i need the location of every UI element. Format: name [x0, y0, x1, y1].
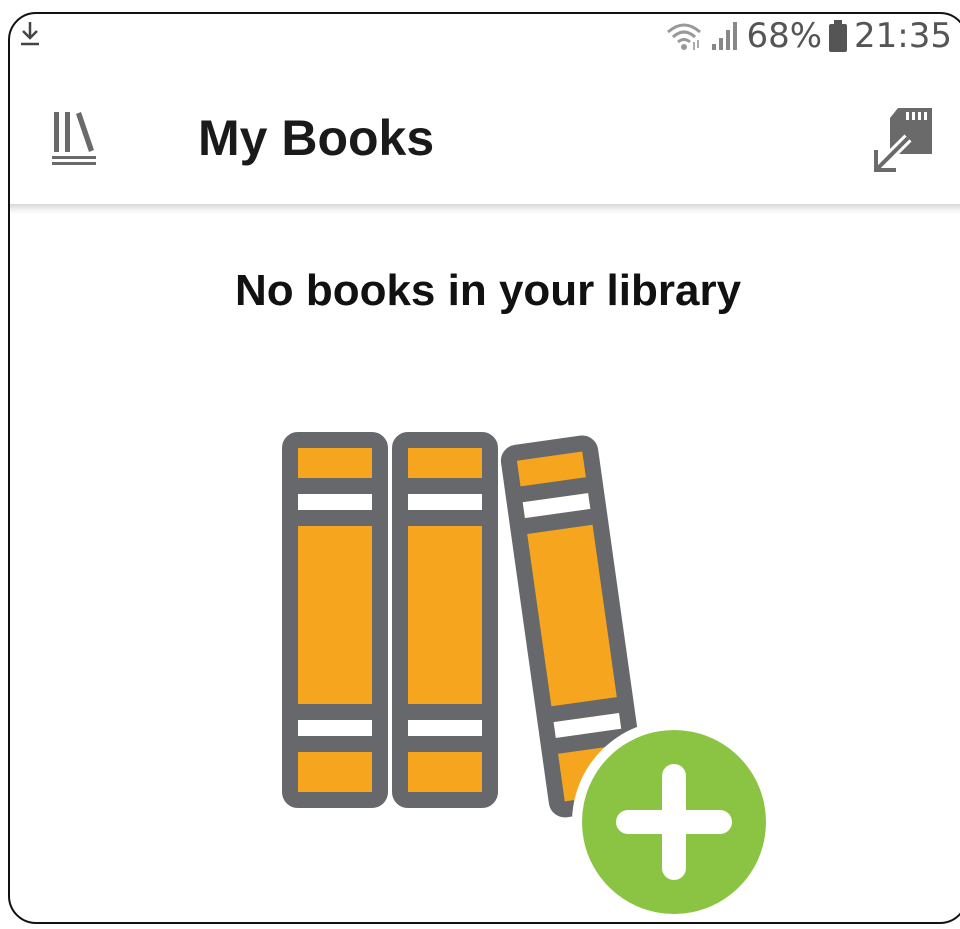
app-screen: 68% 21:35 My Books No books in your libr… [8, 12, 960, 924]
wifi-icon [667, 23, 702, 50]
download-icon [21, 22, 39, 46]
book-1 [282, 432, 388, 808]
toolbar-shadow [10, 204, 960, 214]
toolbar: My Books [10, 84, 960, 204]
books-illustration [282, 432, 776, 922]
battery-percentage: 68% [746, 16, 823, 56]
clock: 21:35 [854, 16, 952, 56]
empty-library-message: No books in your library [234, 266, 742, 315]
battery-icon [829, 20, 848, 52]
status-bar: 68% 21:35 [10, 14, 960, 58]
signal-icon [712, 22, 738, 50]
status-indicators: 68% 21:35 [664, 16, 952, 56]
sd-card-transfer-icon[interactable] [868, 104, 938, 174]
library-icon[interactable] [48, 108, 108, 168]
page-title: My Books [198, 110, 435, 166]
add-book-icon [572, 720, 776, 922]
book-2 [392, 432, 498, 808]
